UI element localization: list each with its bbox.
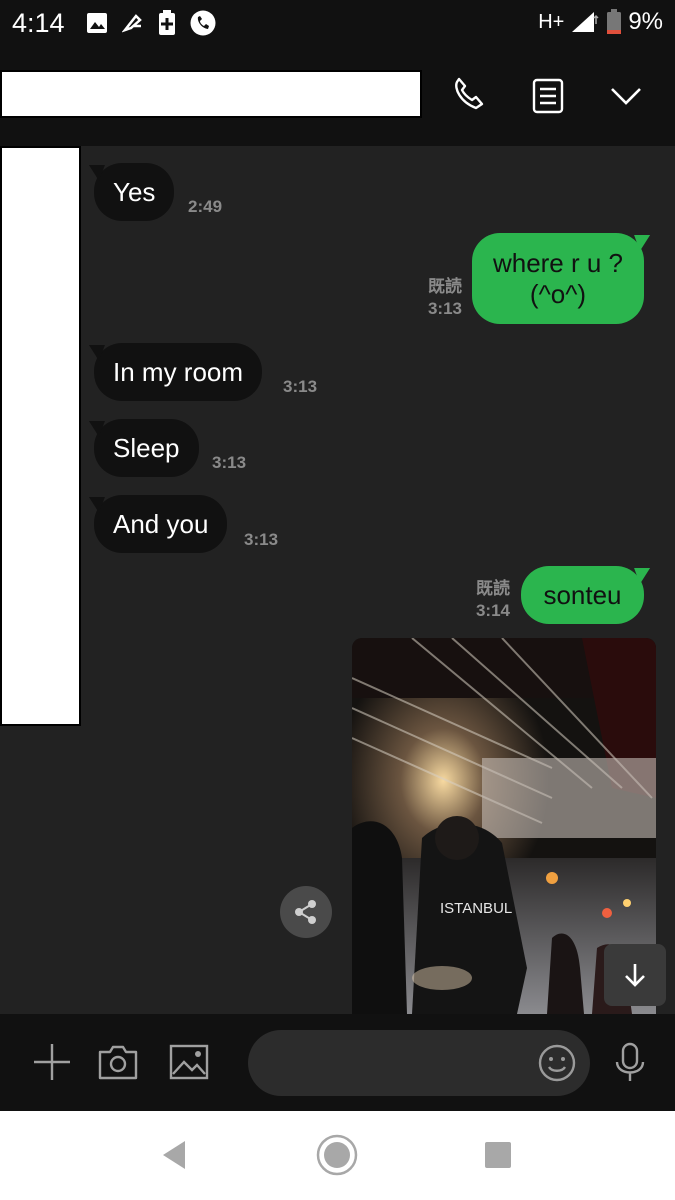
image-notification-icon — [87, 13, 107, 33]
mic-icon[interactable] — [608, 1040, 652, 1084]
app-notification-icon — [122, 14, 142, 33]
message-input[interactable] — [268, 1030, 532, 1098]
chat-area[interactable]: Yes 2:49 既読 3:13 where r u ? (^o^) In my… — [0, 146, 675, 1014]
notes-icon[interactable] — [526, 74, 570, 118]
back-triangle-icon — [163, 1141, 185, 1169]
navigation-bar — [0, 1111, 675, 1200]
message-time: 3:13 — [244, 530, 279, 549]
system-status: H+ 9% — [538, 8, 663, 36]
incoming-message[interactable]: In my room — [94, 343, 263, 401]
status-time: 4:14 — [12, 8, 65, 38]
incoming-message[interactable]: Sleep — [94, 419, 199, 477]
scroll-to-bottom-button[interactable] — [604, 944, 666, 1006]
incoming-message[interactable]: And you — [94, 495, 228, 553]
outgoing-message[interactable]: where r u ? (^o^) — [472, 233, 644, 324]
message-line: (^o^) — [529, 278, 587, 309]
read-label: 既読 — [428, 277, 462, 296]
home-button[interactable] — [315, 1133, 359, 1177]
message-text: Yes — [113, 176, 156, 207]
signal-icon — [572, 12, 599, 32]
battery-icon — [607, 9, 622, 34]
read-receipt: 既読 3:14 — [456, 578, 510, 622]
phone-icon[interactable] — [446, 74, 490, 118]
message-text: sonteu — [543, 579, 622, 610]
recents-square-icon — [485, 1142, 511, 1168]
message-text: Sleep — [113, 432, 180, 463]
message-field[interactable] — [248, 1030, 590, 1098]
chevron-down-icon[interactable] — [604, 74, 648, 118]
outgoing-message[interactable]: sonteu — [521, 566, 644, 624]
camera-icon[interactable] — [96, 1040, 140, 1084]
avatar-redacted — [0, 146, 81, 726]
message-text: In my room — [113, 356, 244, 387]
image-icon[interactable] — [167, 1040, 211, 1084]
message-time: 3:13 — [212, 453, 247, 472]
notification-icons — [86, 10, 216, 36]
read-label: 既読 — [476, 579, 510, 598]
battery-percent: 9% — [628, 8, 663, 35]
home-circle-icon — [316, 1134, 358, 1176]
message-line: where r u ? — [492, 247, 624, 278]
message-text: And you — [113, 508, 209, 539]
status-bar: 4:14 H+ 9% — [0, 0, 675, 48]
battery-saver-icon — [159, 10, 175, 35]
message-time: 3:14 — [475, 601, 510, 620]
incoming-message[interactable]: Yes — [94, 163, 175, 221]
message-time: 3:13 — [283, 377, 318, 396]
call-notification-icon — [190, 10, 216, 36]
emoji-icon[interactable] — [536, 1042, 578, 1084]
plus-icon[interactable] — [30, 1040, 74, 1084]
message-time: 2:49 — [188, 197, 223, 216]
chat-header — [0, 48, 675, 146]
share-icon — [295, 900, 316, 924]
input-bar — [0, 1014, 675, 1111]
network-type: H+ — [538, 10, 565, 33]
message-time: 3:13 — [427, 299, 462, 318]
photo-shirt-text: ISTANBUL — [440, 900, 512, 917]
share-button[interactable] — [280, 886, 332, 938]
arrow-down-icon — [625, 964, 645, 987]
read-receipt: 既読 3:13 — [408, 276, 462, 320]
recents-button[interactable] — [476, 1133, 520, 1177]
back-button[interactable] — [152, 1133, 196, 1177]
contact-name-redacted — [0, 70, 422, 118]
